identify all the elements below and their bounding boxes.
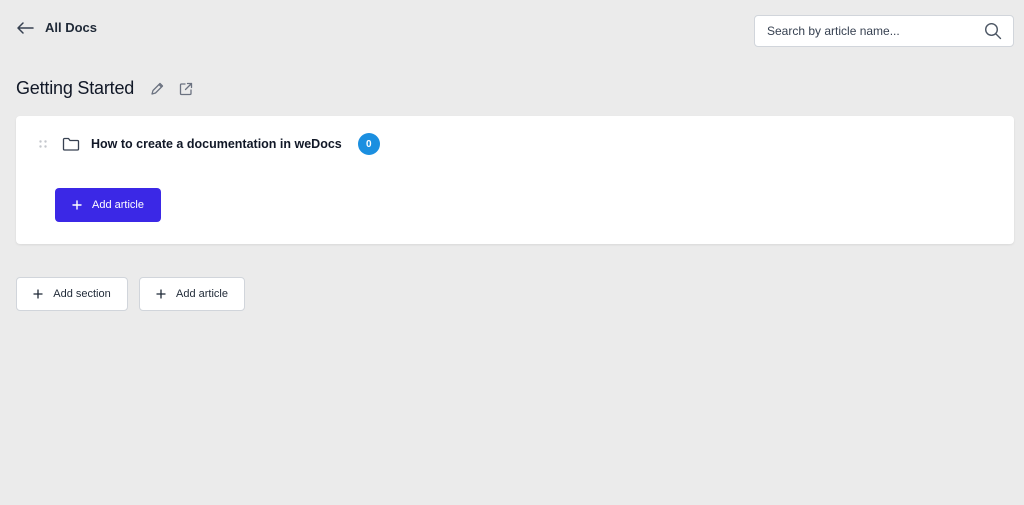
plus-icon <box>156 289 166 299</box>
plus-icon <box>33 289 43 299</box>
arrow-left-icon <box>17 21 34 34</box>
add-section-button[interactable]: Add section <box>16 277 128 311</box>
add-article-outline-button[interactable]: Add article <box>139 277 245 311</box>
back-link-label: All Docs <box>45 20 98 35</box>
page-title: Getting Started <box>16 78 135 98</box>
section-title[interactable]: How to create a documentation in weDocs <box>91 137 342 151</box>
search-input[interactable] <box>767 24 967 38</box>
section-card: How to create a documentation in weDocs … <box>16 116 1014 244</box>
add-article-label: Add article <box>92 199 144 211</box>
pencil-icon[interactable] <box>149 81 165 97</box>
top-bar: All Docs <box>0 0 1024 64</box>
add-section-label: Add section <box>53 288 111 300</box>
add-article-label: Add article <box>176 288 228 300</box>
section-row[interactable]: How to create a documentation in weDocs … <box>38 133 380 155</box>
plus-icon <box>72 200 82 210</box>
search-box <box>754 15 1014 47</box>
search-icon[interactable] <box>984 22 1002 40</box>
doc-header: Getting Started <box>16 78 194 99</box>
drag-handle-icon[interactable] <box>38 139 48 149</box>
folder-icon <box>62 137 80 151</box>
back-to-all-docs-link[interactable]: All Docs <box>16 20 97 35</box>
article-count-badge: 0 <box>357 133 380 155</box>
external-link-icon[interactable] <box>178 81 194 97</box>
add-article-button[interactable]: Add article <box>55 188 161 222</box>
